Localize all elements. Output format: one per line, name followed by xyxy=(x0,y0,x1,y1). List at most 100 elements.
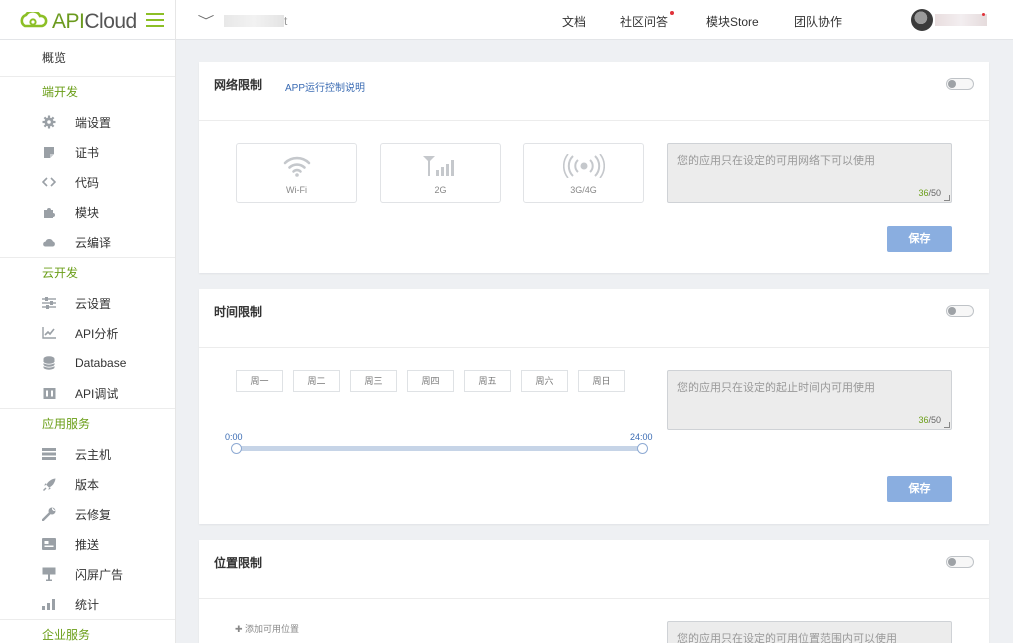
network-restriction-toggle[interactable] xyxy=(946,78,974,90)
day-tuesday-button[interactable]: 周二 xyxy=(293,370,340,392)
billboard-icon xyxy=(42,567,56,581)
sidebar-group-app-services: 应用服务 云主机 版本 云修复 推送 闪屏广告 统计 xyxy=(0,409,175,620)
sidebar-item-label: 版本 xyxy=(75,477,100,492)
day-wednesday-button[interactable]: 周三 xyxy=(350,370,397,392)
app-control-help-link[interactable]: APP运行控制说明 xyxy=(285,79,365,94)
network-option-label: 3G/4G xyxy=(570,185,597,195)
app-name: t xyxy=(224,14,287,28)
sidebar-item-api-analytics[interactable]: API分析 xyxy=(0,318,175,348)
sidebar-item-certificate[interactable]: 证书 xyxy=(0,137,175,167)
sidebar-item-label: 云主机 xyxy=(75,447,112,462)
card-header: 时间限制 xyxy=(199,289,989,348)
nav-module-store[interactable]: 模块Store xyxy=(706,13,759,30)
sidebar-item-modules[interactable]: 模块 xyxy=(0,197,175,227)
sidebar-item-label: 云修复 xyxy=(75,507,112,522)
notification-dot xyxy=(982,13,985,16)
sidebar-group-cloud: 云开发 云设置 API分析 Database API调试 xyxy=(0,258,175,409)
sidebar-item-database[interactable]: Database xyxy=(0,348,175,378)
network-option-label: Wi-Fi xyxy=(286,185,307,195)
code-icon xyxy=(42,175,56,189)
push-icon xyxy=(42,537,56,551)
time-restriction-toggle[interactable] xyxy=(946,305,974,317)
sidebar-item-version[interactable]: 版本 xyxy=(0,469,175,499)
chevron-down-icon: ﹀ xyxy=(197,14,215,28)
sidebar-item-cloud-settings[interactable]: 云设置 xyxy=(0,288,175,318)
time-save-button[interactable]: 保存 xyxy=(887,476,952,502)
broadcast-icon xyxy=(524,154,643,178)
card-title: 位置限制 xyxy=(214,556,263,570)
network-option-2g[interactable]: 2G xyxy=(380,143,501,203)
day-monday-button[interactable]: 周一 xyxy=(236,370,283,392)
sidebar-item-device-settings[interactable]: 端设置 xyxy=(0,107,175,137)
resize-handle-icon[interactable] xyxy=(944,422,950,428)
card-title: 网络限制 xyxy=(214,78,263,92)
time-range-start-label: 0:00 xyxy=(225,432,243,442)
sidebar-item-cloud-host[interactable]: 云主机 xyxy=(0,439,175,469)
sidebar-item-overview[interactable]: 概览 xyxy=(0,40,175,77)
sidebar-item-label: 证书 xyxy=(75,145,100,160)
sidebar-item-splash-ad[interactable]: 闪屏广告 xyxy=(0,559,175,589)
network-note-textarea[interactable]: 您的应用只在设定的可用网络下可以使用 36/50 xyxy=(667,143,952,203)
day-friday-button[interactable]: 周五 xyxy=(464,370,511,392)
sliders-icon xyxy=(42,296,56,310)
time-range-end-handle[interactable] xyxy=(637,443,648,454)
time-restriction-card: 时间限制 周一 周二 周三 周四 周五 周六 周日 0:00 24:00 您的应… xyxy=(199,289,989,524)
rocket-icon xyxy=(42,477,56,491)
avatar[interactable] xyxy=(911,9,933,31)
day-saturday-button[interactable]: 周六 xyxy=(521,370,568,392)
sidebar-item-code[interactable]: 代码 xyxy=(0,167,175,197)
sidebar-section-title: 企业服务 xyxy=(42,628,91,642)
sidebar-section-title: 端开发 xyxy=(42,85,79,99)
resize-handle-icon[interactable] xyxy=(944,195,950,201)
bar-chart-icon xyxy=(42,597,56,611)
location-note-textarea[interactable]: 您的应用只在设定的可用位置范围内可以使用 xyxy=(667,621,952,643)
cloud-icon xyxy=(42,235,56,249)
sidebar-item-label: 云设置 xyxy=(75,296,112,311)
sidebar-item-label: 代码 xyxy=(75,175,100,190)
sidebar-item-label: 模块 xyxy=(75,205,100,220)
puzzle-icon xyxy=(42,205,56,219)
menu-toggle-icon[interactable] xyxy=(146,13,164,27)
app-selector[interactable]: ﹀ t xyxy=(197,12,288,29)
nav-team[interactable]: 团队协作 xyxy=(794,13,842,30)
char-counter: 36/50 xyxy=(918,415,941,425)
nav-docs[interactable]: 文档 xyxy=(562,13,586,30)
sidebar-item-cloud-compile[interactable]: 云编译 xyxy=(0,227,175,257)
add-location-button[interactable]: ✚ 添加可用位置 xyxy=(235,622,299,635)
wrench-icon xyxy=(42,507,56,521)
time-note-textarea[interactable]: 您的应用只在设定的起止时间内可用使用 36/50 xyxy=(667,370,952,430)
card-title: 时间限制 xyxy=(214,305,263,319)
user-name[interactable] xyxy=(935,14,987,26)
gear-icon xyxy=(42,115,56,129)
card-header: 网络限制 APP运行控制说明 xyxy=(199,62,989,121)
network-save-button[interactable]: 保存 xyxy=(887,226,952,252)
server-icon xyxy=(42,447,56,461)
location-restriction-toggle[interactable] xyxy=(946,556,974,568)
time-range-start-handle[interactable] xyxy=(231,443,242,454)
textarea-placeholder: 您的应用只在设定的可用网络下可以使用 xyxy=(677,155,875,167)
signal-icon xyxy=(381,154,500,178)
sidebar-item-cloud-fix[interactable]: 云修复 xyxy=(0,499,175,529)
sidebar-item-label: API分析 xyxy=(75,326,119,341)
sidebar-group-device: 端开发 端设置 证书 代码 模块 云编译 xyxy=(0,77,175,258)
sidebar-item-label: 统计 xyxy=(75,597,100,612)
wifi-icon xyxy=(237,154,356,178)
nav-community[interactable]: 社区问答 xyxy=(620,11,675,30)
debug-icon xyxy=(42,386,56,400)
time-range-slider[interactable] xyxy=(236,446,643,451)
textarea-placeholder: 您的应用只在设定的可用位置范围内可以使用 xyxy=(677,633,897,643)
network-option-3g4g[interactable]: 3G/4G xyxy=(523,143,644,203)
day-sunday-button[interactable]: 周日 xyxy=(578,370,625,392)
network-option-wifi[interactable]: Wi-Fi xyxy=(236,143,357,203)
sidebar-item-statistics[interactable]: 统计 xyxy=(0,589,175,619)
day-thursday-button[interactable]: 周四 xyxy=(407,370,454,392)
sidebar-item-label: Database xyxy=(75,356,127,370)
sidebar-item-push[interactable]: 推送 xyxy=(0,529,175,559)
time-range-end-label: 24:00 xyxy=(630,432,653,442)
cloud-logo-icon xyxy=(20,12,48,28)
plus-icon: ✚ xyxy=(235,624,246,634)
sidebar-item-api-debug[interactable]: API调试 xyxy=(0,378,175,408)
database-icon xyxy=(42,356,56,370)
location-restriction-card: 位置限制 ✚ 添加可用位置 您的应用只在设定的可用位置范围内可以使用 xyxy=(199,540,989,643)
sidebar: 概览 端开发 端设置 证书 代码 模块 云编译 云开发 云设置 API分析 Da… xyxy=(0,40,176,643)
